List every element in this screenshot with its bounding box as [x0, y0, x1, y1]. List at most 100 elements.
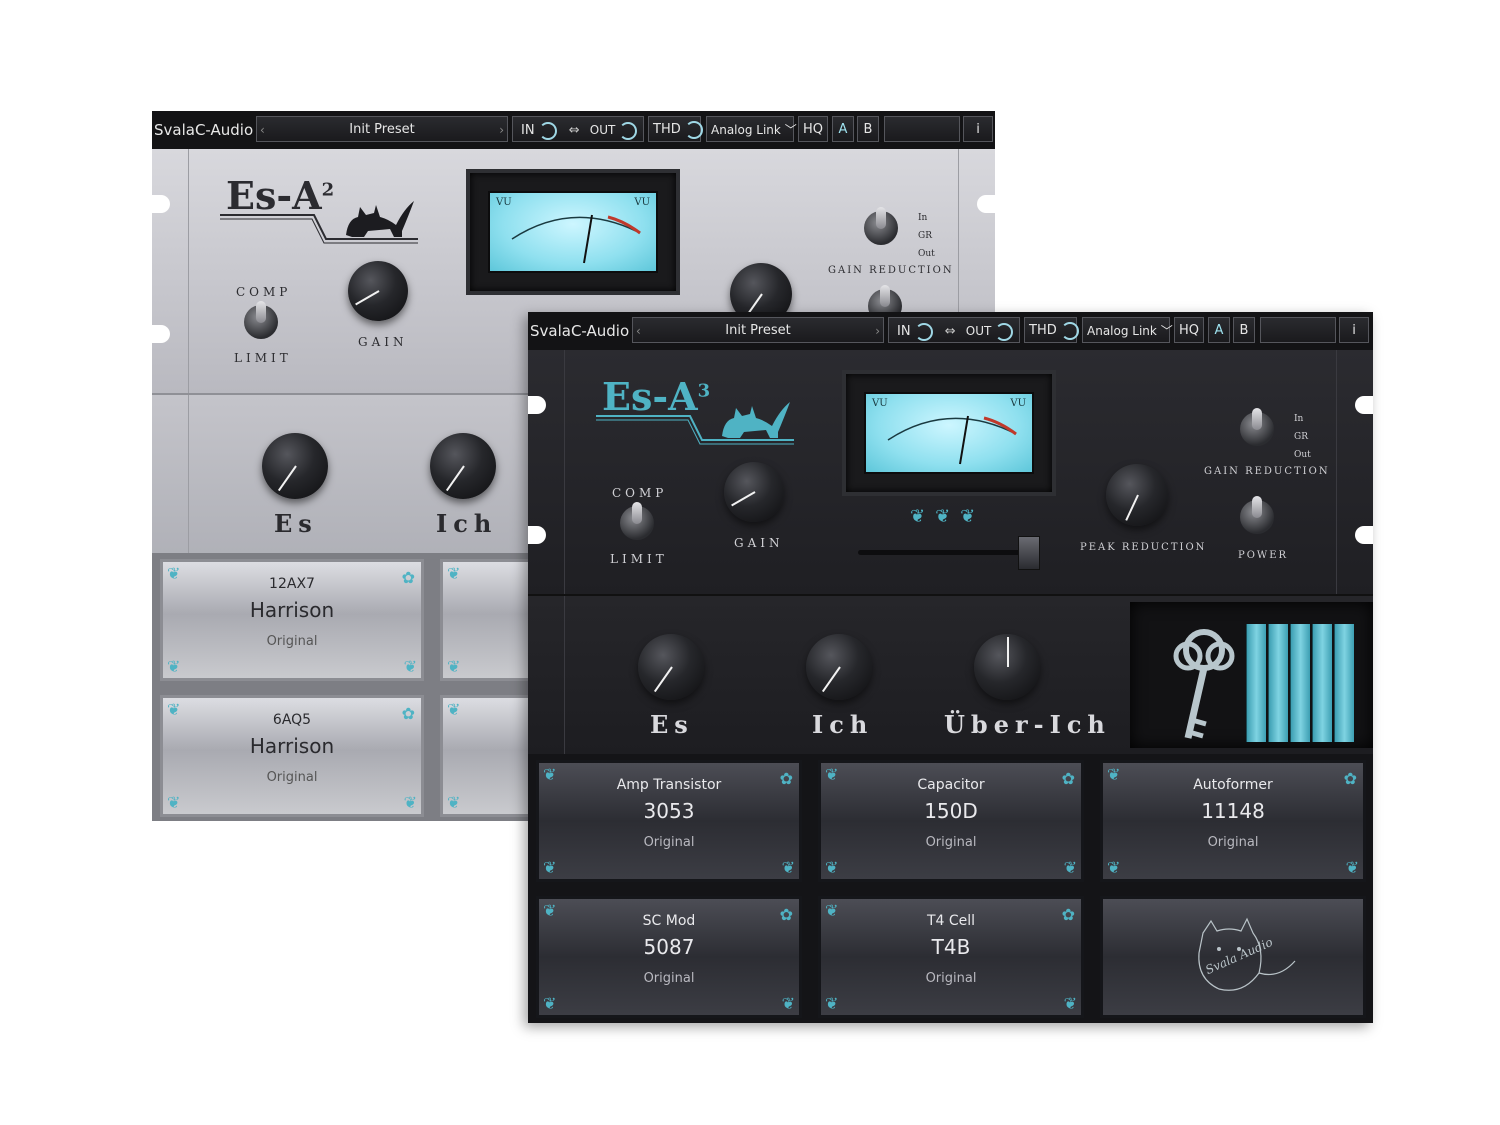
chevron-down-icon: ﹀	[1160, 324, 1173, 338]
preset-selector[interactable]: ‹ Init Preset ›	[632, 317, 884, 343]
rack-hole	[152, 195, 170, 213]
thd-knob[interactable]	[1060, 321, 1079, 340]
book-icon	[1312, 624, 1332, 742]
limit-label: LIMIT	[234, 351, 292, 365]
hq-button[interactable]: HQ	[798, 116, 828, 142]
ornament-icon: ❦	[167, 657, 181, 676]
key-book-shelf[interactable]	[1130, 602, 1373, 748]
output-label: OUT	[589, 123, 616, 137]
component-card-6aq5[interactable]: ❦ ✿ ❦ ❦ 6AQ5 Harrison Original	[160, 695, 424, 817]
card-type: 6AQ5	[272, 712, 312, 728]
a-button[interactable]: A	[832, 116, 854, 142]
output-gain-knob[interactable]	[995, 322, 1014, 341]
ich-knob[interactable]	[806, 634, 872, 700]
hq-button[interactable]: HQ	[1174, 317, 1204, 343]
analog-link-dropdown[interactable]: Analog Link ﹀	[706, 116, 797, 142]
output-gain-knob[interactable]	[619, 121, 638, 140]
info-button[interactable]: i	[963, 116, 993, 142]
power-label: POWER	[1238, 550, 1289, 561]
butterfly-icon: ❦❦❦	[910, 506, 986, 527]
input-gain-knob[interactable]	[914, 322, 933, 341]
preset-next-icon[interactable]: ›	[875, 318, 880, 344]
power-switch[interactable]	[1240, 496, 1274, 534]
slider-thumb[interactable]	[1018, 536, 1040, 570]
ornament-icon: ❦	[543, 858, 557, 877]
gain-reduction-label: GAIN REDUCTION	[1204, 466, 1330, 477]
peak-reduction-knob[interactable]	[1106, 464, 1168, 526]
book-icon	[1268, 624, 1288, 742]
rack-hole	[1355, 526, 1373, 544]
key-icon	[1173, 629, 1235, 739]
divider	[564, 350, 565, 594]
preset-next-icon[interactable]: ›	[499, 117, 504, 143]
component-card-12ax7[interactable]: ❦ ✿ ❦ ❦ 12AX7 Harrison Original	[160, 559, 424, 681]
divider	[564, 596, 565, 754]
card-variant: Original	[643, 971, 695, 986]
gain-knob[interactable]	[724, 462, 784, 522]
vu-meter: VU VU	[466, 169, 680, 295]
component-card-autoformer[interactable]: ❦ ✿ ❦ ❦ Autoformer 11148 Original	[1100, 760, 1366, 882]
gr-option-gr: GR	[918, 231, 932, 241]
analog-link-label: Analog Link	[711, 123, 781, 137]
info-button[interactable]: i	[1339, 317, 1369, 343]
component-card-capacitor[interactable]: ❦ ✿ ❦ ❦ Capacitor 150D Original	[818, 760, 1084, 882]
b-button[interactable]: B	[857, 116, 879, 142]
input-gain-knob[interactable]	[538, 121, 557, 140]
signature-card: Svala Audio	[1100, 896, 1366, 1018]
comp-limit-switch[interactable]	[620, 502, 654, 540]
component-card-t4-cell[interactable]: ❦ ✿ ❦ ❦ T4 Cell T4B Original	[818, 896, 1084, 1018]
io-gain-group: IN ⇔ OUT	[888, 317, 1020, 343]
thd-control[interactable]: THD	[648, 116, 703, 142]
es-knob[interactable]	[262, 433, 328, 499]
ornament-icon: ❦	[781, 858, 795, 877]
component-card[interactable]: ❦ ❦	[440, 559, 540, 681]
preset-selector[interactable]: ‹ Init Preset ›	[256, 116, 508, 142]
link-icon[interactable]: ⇔	[945, 324, 956, 339]
vu-scale	[887, 415, 1017, 465]
card-model: 5087	[643, 935, 695, 959]
card-type: Autoformer	[1193, 777, 1273, 793]
es-knob[interactable]	[638, 634, 704, 700]
card-model: 3053	[643, 799, 695, 823]
gain-knob[interactable]	[348, 261, 408, 321]
b-button[interactable]: B	[1233, 317, 1255, 343]
gr-meter-switch[interactable]	[1240, 408, 1274, 446]
slider-track[interactable]	[858, 550, 1038, 555]
thd-knob[interactable]	[684, 120, 703, 139]
preset-prev-icon[interactable]: ‹	[636, 318, 641, 344]
analog-link-dropdown[interactable]: Analog Link ﹀	[1082, 317, 1173, 343]
preset-prev-icon[interactable]: ‹	[260, 117, 265, 143]
component-card-sc-mod[interactable]: ❦ ✿ ❦ ❦ SC Mod 5087 Original	[536, 896, 802, 1018]
card-variant: Original	[266, 634, 318, 649]
component-card-amp-transistor[interactable]: ❦ ✿ ❦ ❦ Amp Transistor 3053 Original	[536, 760, 802, 882]
limit-label: LIMIT	[610, 552, 668, 566]
book-icon	[1334, 624, 1354, 742]
component-card[interactable]: ❦ ❦	[440, 695, 540, 817]
card-variant: Original	[266, 770, 318, 785]
status-display	[884, 116, 960, 142]
gr-option-in: In	[1294, 414, 1304, 424]
divider	[188, 149, 189, 393]
ornament-icon: ❦	[167, 793, 181, 812]
ich-knob[interactable]	[430, 433, 496, 499]
ueber-ich-knob[interactable]	[974, 634, 1040, 700]
gr-option-out: Out	[918, 249, 935, 259]
gr-options: In GR Out	[1294, 410, 1311, 464]
comp-limit-switch[interactable]	[244, 301, 278, 339]
upper-panel: Es-A3 VU VU ❦❦❦ COMP LIMIT GAIN PEAK RED…	[528, 350, 1373, 596]
chevron-down-icon: ﹀	[784, 123, 797, 137]
gain-label: GAIN	[734, 536, 784, 550]
rack-hole	[977, 195, 995, 213]
rack-hole	[1355, 396, 1373, 414]
gr-option-out: Out	[1294, 450, 1311, 460]
preset-name: Init Preset	[725, 323, 791, 338]
thd-control[interactable]: THD	[1024, 317, 1079, 343]
card-type: Capacitor	[917, 777, 985, 793]
ornament-icon: ❦	[403, 793, 417, 812]
card-variant: Original	[1207, 835, 1259, 850]
link-icon[interactable]: ⇔	[569, 123, 580, 138]
gr-meter-switch[interactable]	[864, 207, 898, 245]
card-variant: Original	[643, 835, 695, 850]
book-icon	[1246, 624, 1266, 742]
a-button[interactable]: A	[1208, 317, 1230, 343]
